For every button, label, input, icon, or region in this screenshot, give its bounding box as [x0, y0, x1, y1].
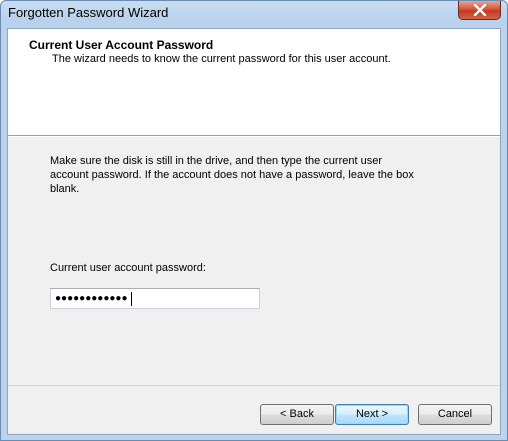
wizard-header: Current User Account Password The wizard… [8, 29, 500, 136]
instructions-text: Make sure the disk is still in the drive… [50, 155, 414, 195]
text-caret [131, 292, 132, 306]
header-divider [8, 136, 500, 137]
window-title: Forgotten Password Wizard [8, 5, 169, 20]
password-input[interactable]: ●●●●●●●●●●●● [50, 288, 260, 309]
page-title: Current User Account Password [29, 38, 214, 52]
close-x-icon [473, 4, 487, 16]
next-button[interactable]: Next > [335, 404, 409, 425]
footer-divider [8, 385, 500, 386]
close-button[interactable] [458, 1, 501, 20]
back-button[interactable]: < Back [260, 404, 334, 425]
cancel-button[interactable]: Cancel [418, 404, 492, 425]
title-bar[interactable]: Forgotten Password Wizard [1, 1, 507, 27]
password-value: ●●●●●●●●●●●● [55, 293, 128, 304]
page-subtitle: The wizard needs to know the current pas… [52, 53, 391, 65]
wizard-client-area: Current User Account Password The wizard… [7, 28, 501, 435]
password-label: Current user account password: [50, 262, 206, 274]
wizard-window: Forgotten Password Wizard Current User A… [0, 0, 508, 441]
